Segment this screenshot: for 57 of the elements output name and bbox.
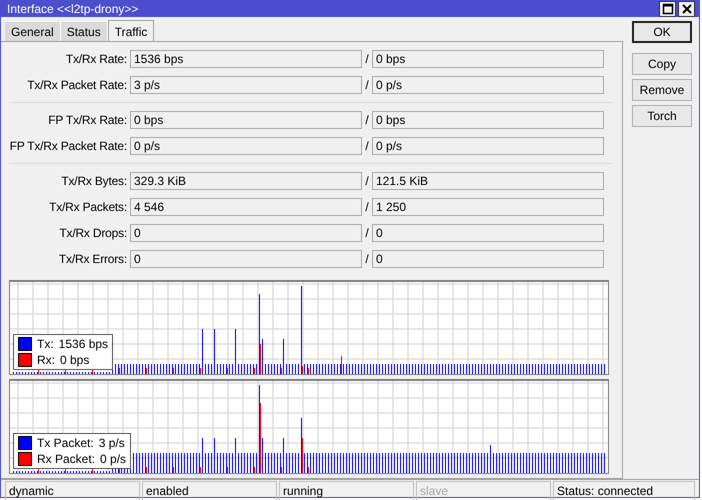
status-cell: dynamic xyxy=(5,481,140,500)
value-field: 0 p/s xyxy=(130,137,362,155)
legend-value: 3 p/s xyxy=(98,436,125,450)
field-label: Tx/Rx Packets: xyxy=(48,200,128,214)
legend-value: 0 p/s xyxy=(100,452,126,466)
separator-slash: / xyxy=(364,200,370,214)
field-label: FP Tx/Rx Rate: xyxy=(47,113,128,127)
separator-slash: / xyxy=(364,78,370,92)
dialog-button[interactable]: Copy xyxy=(632,53,692,75)
value-field: 0 xyxy=(372,250,604,268)
close-button[interactable] xyxy=(678,1,695,17)
value-field: 0 bps xyxy=(130,111,362,129)
value-field: 1536 bps xyxy=(130,50,362,68)
separator-slash: / xyxy=(364,226,370,240)
tab[interactable]: Status xyxy=(60,22,108,42)
legend-value: 0 bps xyxy=(60,353,90,367)
legend-label: Rx Packet: xyxy=(37,452,96,466)
legend-label: Tx Packet: xyxy=(37,436,94,450)
value-field: 0 xyxy=(130,250,362,268)
value-field: 329.3 KiB xyxy=(130,172,362,190)
dialog-button[interactable]: Remove xyxy=(632,79,692,101)
value-field: 0 p/s xyxy=(372,76,604,94)
separator-slash: / xyxy=(364,113,370,127)
separator-slash: / xyxy=(364,174,370,188)
value-field: 121.5 KiB xyxy=(372,172,604,190)
dialog-button[interactable]: OK xyxy=(632,21,692,43)
status-cell: slave xyxy=(416,481,551,500)
tab[interactable]: General xyxy=(5,22,61,42)
value-field: 4 546 xyxy=(130,198,362,216)
value-field: 0 bps xyxy=(372,111,604,129)
window-title: Interface <<l2tp-drony>> xyxy=(7,2,138,16)
value-field: 0 p/s xyxy=(372,137,604,155)
separator-slash: / xyxy=(364,139,370,153)
value-field: 0 xyxy=(130,224,362,242)
field-label: Tx/Rx Errors: xyxy=(58,252,128,266)
legend-label: Rx: xyxy=(37,353,55,367)
field-label: Tx/Rx Drops: xyxy=(58,226,128,240)
close-icon xyxy=(680,3,692,15)
value-field: 1 250 xyxy=(372,198,604,216)
status-cell: Status: connected xyxy=(553,481,695,500)
status-cell: enabled xyxy=(142,481,277,500)
maximize-icon xyxy=(662,3,674,15)
tab[interactable]: Traffic xyxy=(108,20,154,42)
status-cell: running xyxy=(279,481,414,500)
field-label: Tx/Rx Packet Rate: xyxy=(26,78,128,92)
field-label: FP Tx/Rx Packet Rate: xyxy=(9,139,128,153)
separator-slash: / xyxy=(364,52,370,66)
legend-value: 1536 bps xyxy=(58,337,108,351)
legend-label: Tx: xyxy=(37,337,54,351)
maximize-button[interactable] xyxy=(659,1,676,17)
value-field: 0 bps xyxy=(372,50,604,68)
value-field: 3 p/s xyxy=(130,76,362,94)
field-label: Tx/Rx Rate: xyxy=(64,52,128,66)
dialog-button[interactable]: Torch xyxy=(632,105,692,127)
value-field: 0 xyxy=(372,224,604,242)
separator-slash: / xyxy=(364,252,370,266)
field-label: Tx/Rx Bytes: xyxy=(60,174,128,188)
